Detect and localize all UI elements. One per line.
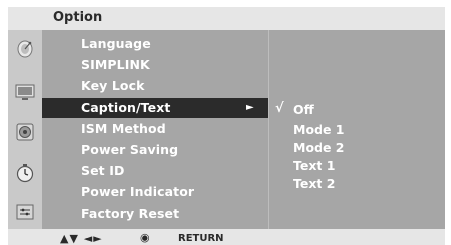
menu-footer-hints: ▲▼ ◄► ◉ RETURN	[8, 229, 445, 245]
submenu-arrow-icon: ►	[246, 102, 254, 113]
submenu-option-off[interactable]: √ Off	[269, 101, 446, 119]
return-label: RETURN	[178, 233, 224, 244]
menu-item-label: Factory Reset	[81, 206, 180, 221]
ok-button-icon: ◉	[140, 231, 150, 244]
submenu-option-label: Mode 1	[293, 122, 345, 137]
menu-item-power-indicator[interactable]: Power Indicator	[42, 182, 268, 202]
submenu-option-label: Text 1	[293, 158, 336, 173]
option-menu: Option Language SIMPLINK Key Lock Captio…	[0, 0, 451, 245]
options-box-icon[interactable]	[15, 202, 35, 222]
speaker-icon[interactable]	[15, 122, 35, 142]
menu-item-key-lock[interactable]: Key Lock	[42, 76, 268, 96]
menu-item-label: Power Saving	[81, 142, 179, 157]
submenu-option-label: Text 2	[293, 176, 336, 191]
menu-item-label: Language	[81, 36, 151, 51]
menu-item-label: SIMPLINK	[81, 57, 150, 72]
satellite-dish-icon[interactable]	[15, 39, 35, 59]
submenu-option-text-2[interactable]: Text 2	[269, 175, 446, 193]
menu-item-set-id[interactable]: Set ID	[42, 161, 268, 181]
menu-header: Option	[8, 7, 445, 30]
caption-text-submenu: √ Off Mode 1 Mode 2 Text 1 Text 2	[268, 30, 445, 229]
menu-item-caption-text[interactable]: Caption/Text ►	[42, 98, 268, 118]
menu-item-label: Set ID	[81, 163, 125, 178]
clock-icon[interactable]	[15, 163, 35, 183]
menu-item-factory-reset[interactable]: Factory Reset	[42, 204, 268, 224]
menu-item-label: Caption/Text	[81, 100, 171, 115]
category-icon-column	[8, 30, 42, 229]
menu-title: Option	[53, 10, 103, 25]
submenu-option-mode-2[interactable]: Mode 2	[269, 139, 446, 157]
submenu-option-mode-1[interactable]: Mode 1	[269, 121, 446, 139]
submenu-option-text-1[interactable]: Text 1	[269, 157, 446, 175]
submenu-option-label: Off	[293, 102, 314, 117]
menu-item-language[interactable]: Language	[42, 34, 268, 54]
navigation-arrows-icon: ▲▼ ◄►	[60, 232, 103, 245]
menu-item-ism-method[interactable]: ISM Method	[42, 119, 268, 139]
menu-item-label: ISM Method	[81, 121, 166, 136]
menu-item-label: Key Lock	[81, 78, 145, 93]
submenu-option-label: Mode 2	[293, 140, 345, 155]
option-items-list: Language SIMPLINK Key Lock Caption/Text …	[42, 30, 268, 229]
menu-item-power-saving[interactable]: Power Saving	[42, 140, 268, 160]
menu-item-label: Power Indicator	[81, 184, 195, 199]
monitor-icon[interactable]	[15, 82, 35, 102]
check-mark-icon: √	[275, 101, 284, 116]
menu-item-simplink[interactable]: SIMPLINK	[42, 55, 268, 75]
